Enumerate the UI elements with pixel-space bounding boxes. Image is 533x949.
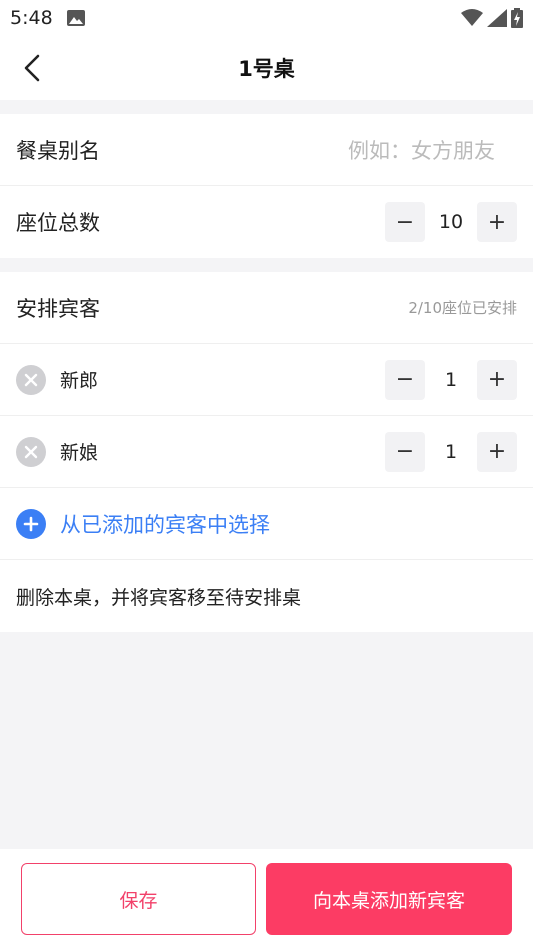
guests-card: 安排宾客 2/10座位已安排 新郎 − 1 + 新娘 − 1 + 从已添加的宾客… bbox=[0, 272, 533, 632]
seats-stepper: − 10 + bbox=[385, 202, 517, 242]
seats-plus-button[interactable]: + bbox=[477, 202, 517, 242]
seats-value: 10 bbox=[438, 211, 464, 233]
guest-name: 新郎 bbox=[60, 370, 99, 392]
bottom-action-bar: 保存 向本桌添加新宾客 bbox=[0, 849, 533, 949]
back-arrow-icon[interactable] bbox=[18, 54, 46, 82]
signal-icon bbox=[487, 9, 507, 27]
alias-input[interactable]: 例如：女方朋友 bbox=[348, 135, 517, 165]
alias-row[interactable]: 餐桌别名 例如：女方朋友 bbox=[0, 114, 533, 186]
alias-label: 餐桌别名 bbox=[16, 138, 100, 163]
close-icon bbox=[24, 445, 38, 458]
guest-minus-button[interactable]: − bbox=[385, 431, 425, 472]
delete-table-button[interactable]: 删除本桌，并将宾客移至待安排桌 bbox=[16, 583, 301, 610]
guest-plus-button[interactable]: + bbox=[477, 359, 517, 400]
guest-count: 1 bbox=[444, 440, 458, 463]
add-existing-guest-row[interactable]: 从已添加的宾客中选择 bbox=[0, 488, 533, 560]
guest-plus-button[interactable]: + bbox=[477, 431, 517, 472]
guest-row: 新娘 − 1 + bbox=[0, 416, 533, 488]
guest-name: 新娘 bbox=[60, 442, 99, 464]
guests-section-label: 安排宾客 bbox=[16, 296, 100, 321]
seats-label: 座位总数 bbox=[16, 211, 100, 235]
seats-arranged-hint: 2/10座位已安排 bbox=[408, 299, 517, 317]
status-time: 5:48 bbox=[10, 7, 53, 29]
guest-count-stepper: − 1 + bbox=[385, 359, 517, 400]
delete-table-row[interactable]: 删除本桌，并将宾客移至待安排桌 bbox=[0, 560, 533, 632]
add-existing-guest-link[interactable]: 从已添加的宾客中选择 bbox=[60, 509, 270, 539]
seats-row: 座位总数 − 10 + bbox=[0, 186, 533, 258]
guest-minus-button[interactable]: − bbox=[385, 359, 425, 400]
guest-row: 新郎 − 1 + bbox=[0, 344, 533, 416]
guests-header-row: 安排宾客 2/10座位已安排 bbox=[0, 272, 533, 344]
status-icons bbox=[461, 8, 523, 28]
add-new-guest-button[interactable]: 向本桌添加新宾客 bbox=[266, 863, 512, 935]
guest-count: 1 bbox=[444, 368, 458, 391]
guest-count-stepper: − 1 + bbox=[385, 431, 517, 472]
table-info-card: 餐桌别名 例如：女方朋友 座位总数 − 10 + bbox=[0, 114, 533, 258]
nav-bar: 1号桌 bbox=[0, 36, 533, 100]
seats-minus-button[interactable]: − bbox=[385, 202, 425, 242]
remove-guest-button[interactable] bbox=[16, 364, 46, 395]
remove-guest-button[interactable] bbox=[16, 436, 46, 467]
save-button[interactable]: 保存 bbox=[21, 863, 256, 935]
close-icon bbox=[24, 373, 38, 386]
battery-icon bbox=[511, 8, 523, 28]
status-bar: 5:48 bbox=[0, 0, 533, 36]
page-title: 1号桌 bbox=[238, 57, 295, 81]
wifi-icon bbox=[461, 9, 483, 26]
image-notification-icon bbox=[66, 10, 85, 26]
plus-circle-icon bbox=[16, 508, 46, 539]
